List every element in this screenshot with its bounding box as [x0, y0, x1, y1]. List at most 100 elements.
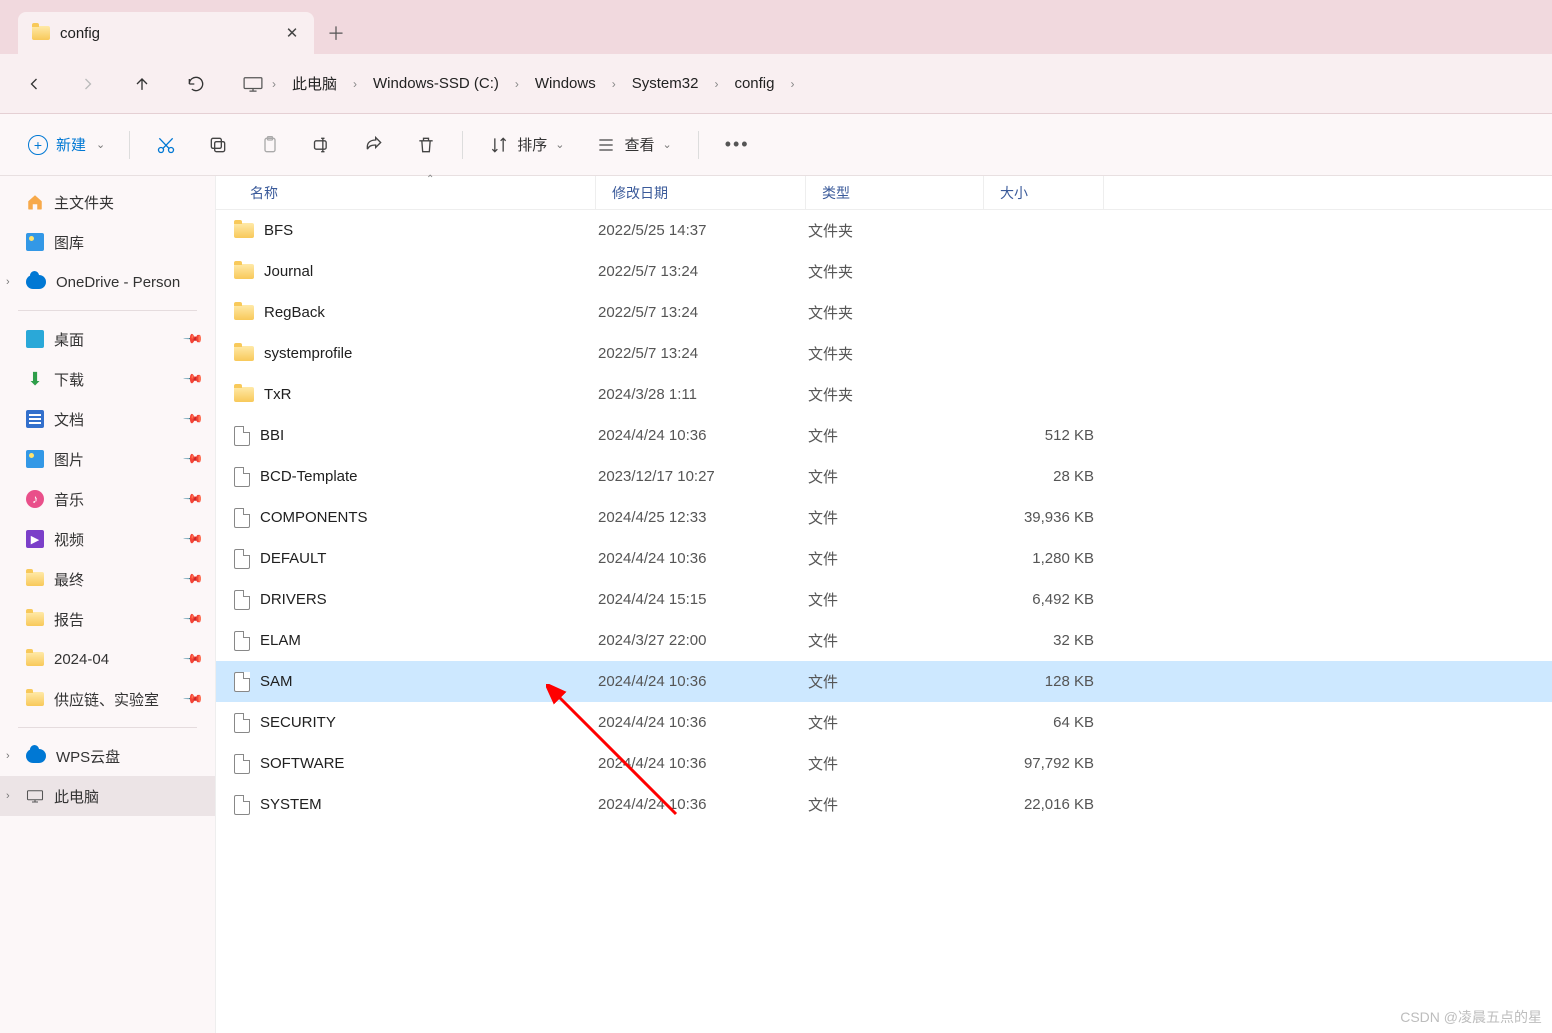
- chevron-right-icon[interactable]: ›: [264, 77, 284, 91]
- sidebar-item[interactable]: › WPS云盘: [0, 736, 215, 776]
- file-size: 39,936 KB: [986, 509, 1094, 526]
- column-header-type[interactable]: 类型: [806, 176, 984, 209]
- file-size: 64 KB: [986, 714, 1094, 731]
- breadcrumb-root[interactable]: 此电脑: [284, 67, 345, 100]
- new-button[interactable]: + 新建 ⌄: [14, 125, 119, 165]
- delete-button[interactable]: [400, 125, 452, 165]
- file-date: 2022/5/7 13:24: [598, 304, 808, 321]
- sidebar-item[interactable]: 主文件夹: [0, 182, 215, 222]
- sort-button[interactable]: 排序 ⌄: [473, 125, 580, 165]
- file-name: RegBack: [264, 304, 325, 321]
- sidebar-item[interactable]: ▶ 视频 📌: [0, 519, 215, 559]
- sidebar-item[interactable]: 图库: [0, 222, 215, 262]
- breadcrumb[interactable]: › 此电脑 › Windows-SSD (C:) › Windows › Sys…: [234, 64, 1544, 104]
- chevron-right-icon[interactable]: ›: [604, 77, 624, 91]
- refresh-button[interactable]: [170, 64, 222, 104]
- file-icon: [234, 713, 250, 733]
- sidebar-item[interactable]: 2024-04 📌: [0, 639, 215, 679]
- view-button[interactable]: 查看 ⌄: [580, 125, 687, 165]
- copy-button[interactable]: [192, 125, 244, 165]
- file-row[interactable]: RegBack 2022/5/7 13:24 文件夹: [216, 292, 1552, 333]
- folder-icon: [32, 26, 50, 40]
- file-row[interactable]: BFS 2022/5/25 14:37 文件夹: [216, 210, 1552, 251]
- sidebar-item[interactable]: 报告 📌: [0, 599, 215, 639]
- chevron-right-icon[interactable]: ›: [345, 77, 365, 91]
- sidebar-item[interactable]: › 此电脑: [0, 776, 215, 816]
- pin-icon: 📌: [182, 488, 205, 511]
- file-icon: [234, 795, 250, 815]
- sidebar-item[interactable]: 供应链、实验室 📌: [0, 679, 215, 719]
- file-name: BFS: [264, 222, 293, 239]
- sidebar-item-label: 2024-04: [54, 651, 109, 668]
- sidebar-item[interactable]: 文档 📌: [0, 399, 215, 439]
- column-header-size[interactable]: 大小: [984, 176, 1104, 209]
- sort-label: 排序: [517, 134, 547, 155]
- close-tab-button[interactable]: ✕: [278, 19, 306, 47]
- file-icon: [234, 631, 250, 651]
- file-type: 文件: [808, 712, 986, 733]
- file-size: 1,280 KB: [986, 550, 1094, 567]
- file-size: 32 KB: [986, 632, 1094, 649]
- file-row[interactable]: SOFTWARE 2024/4/24 10:36 文件 97,792 KB: [216, 743, 1552, 784]
- separator: [129, 131, 130, 159]
- back-button[interactable]: [8, 64, 60, 104]
- watermark: CSDN @凌晨五点的星: [1400, 1007, 1542, 1027]
- sidebar-item[interactable]: ♪ 音乐 📌: [0, 479, 215, 519]
- pin-icon: 📌: [182, 568, 205, 591]
- file-row[interactable]: BCD-Template 2023/12/17 10:27 文件 28 KB: [216, 456, 1552, 497]
- sidebar-item[interactable]: › OneDrive - Person: [0, 262, 215, 302]
- view-label: 查看: [624, 134, 654, 155]
- file-type: 文件夹: [808, 220, 986, 241]
- rename-button[interactable]: [296, 125, 348, 165]
- cut-button[interactable]: [140, 125, 192, 165]
- more-button[interactable]: •••: [709, 125, 766, 165]
- folder-icon: [234, 264, 254, 279]
- pin-icon: 📌: [182, 608, 205, 631]
- file-row[interactable]: SECURITY 2024/4/24 10:36 文件 64 KB: [216, 702, 1552, 743]
- file-row[interactable]: BBI 2024/4/24 10:36 文件 512 KB: [216, 415, 1552, 456]
- file-type: 文件夹: [808, 343, 986, 364]
- file-row[interactable]: SAM 2024/4/24 10:36 文件 128 KB: [216, 661, 1552, 702]
- sidebar-item-label: 下载: [54, 369, 84, 390]
- file-row[interactable]: systemprofile 2022/5/7 13:24 文件夹: [216, 333, 1552, 374]
- chevron-right-icon[interactable]: ›: [782, 77, 802, 91]
- sidebar-item[interactable]: 最终 📌: [0, 559, 215, 599]
- paste-button[interactable]: [244, 125, 296, 165]
- breadcrumb-seg[interactable]: System32: [624, 69, 707, 98]
- breadcrumb-seg[interactable]: Windows: [527, 69, 604, 98]
- forward-button[interactable]: [62, 64, 114, 104]
- up-button[interactable]: [116, 64, 168, 104]
- column-header-date[interactable]: 修改日期: [596, 176, 806, 209]
- file-type: 文件: [808, 466, 986, 487]
- chevron-right-icon[interactable]: ›: [706, 77, 726, 91]
- chevron-right-icon[interactable]: ›: [507, 77, 527, 91]
- file-type: 文件夹: [808, 261, 986, 282]
- breadcrumb-seg[interactable]: config: [726, 69, 782, 98]
- sidebar-item[interactable]: 桌面 📌: [0, 319, 215, 359]
- breadcrumb-seg[interactable]: Windows-SSD (C:): [365, 69, 507, 98]
- file-row[interactable]: DRIVERS 2024/4/24 15:15 文件 6,492 KB: [216, 579, 1552, 620]
- sidebar-item-label: 供应链、实验室: [54, 689, 159, 710]
- chevron-down-icon: ⌄: [662, 138, 671, 151]
- sidebar-item-label: 图库: [54, 232, 84, 253]
- sidebar-item[interactable]: ⬇ 下载 📌: [0, 359, 215, 399]
- file-row[interactable]: ELAM 2024/3/27 22:00 文件 32 KB: [216, 620, 1552, 661]
- file-row[interactable]: SYSTEM 2024/4/24 10:36 文件 22,016 KB: [216, 784, 1552, 825]
- sidebar-item-label: 音乐: [54, 489, 84, 510]
- file-row[interactable]: Journal 2022/5/7 13:24 文件夹: [216, 251, 1552, 292]
- file-date: 2024/4/24 10:36: [598, 796, 808, 813]
- sidebar-item[interactable]: 图片 📌: [0, 439, 215, 479]
- file-date: 2024/4/24 10:36: [598, 673, 808, 690]
- browser-tab[interactable]: config ✕: [18, 12, 314, 54]
- share-button[interactable]: [348, 125, 400, 165]
- column-header-name[interactable]: 名称: [216, 176, 596, 209]
- file-row[interactable]: DEFAULT 2024/4/24 10:36 文件 1,280 KB: [216, 538, 1552, 579]
- file-row[interactable]: TxR 2024/3/28 1:11 文件夹: [216, 374, 1552, 415]
- file-row[interactable]: COMPONENTS 2024/4/25 12:33 文件 39,936 KB: [216, 497, 1552, 538]
- sidebar-item-label: 桌面: [54, 329, 84, 350]
- file-icon: [234, 426, 250, 446]
- sidebar-item-label: OneDrive - Person: [56, 274, 180, 291]
- file-icon: [234, 508, 250, 528]
- new-tab-button[interactable]: ＋: [314, 12, 358, 54]
- file-date: 2024/3/27 22:00: [598, 632, 808, 649]
